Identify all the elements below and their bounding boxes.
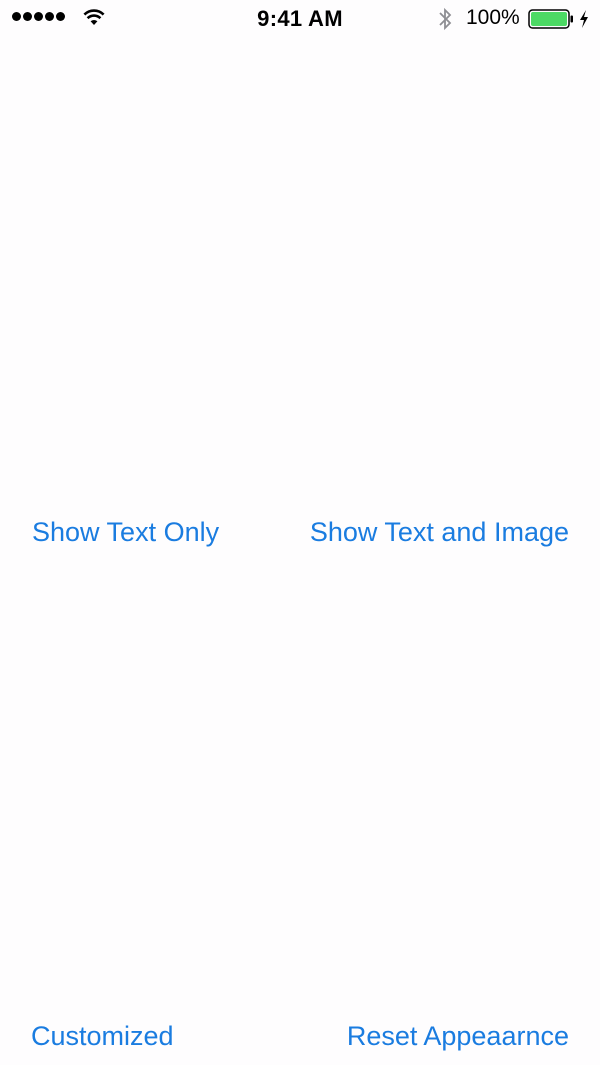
battery-icon: [528, 9, 573, 29]
status-bar: 9:41 AM 100%: [0, 0, 600, 40]
show-text-only-button[interactable]: Show Text Only: [32, 516, 219, 548]
battery-fill: [531, 12, 567, 26]
show-text-and-image-button[interactable]: Show Text and Image: [310, 516, 569, 548]
battery-percentage: 100%: [466, 6, 520, 29]
customized-button[interactable]: Customized: [31, 1020, 174, 1052]
charging-bolt-icon: [580, 10, 588, 28]
bluetooth-icon: [439, 7, 452, 31]
reset-appearance-button[interactable]: Reset Appeaarnce: [347, 1020, 569, 1052]
